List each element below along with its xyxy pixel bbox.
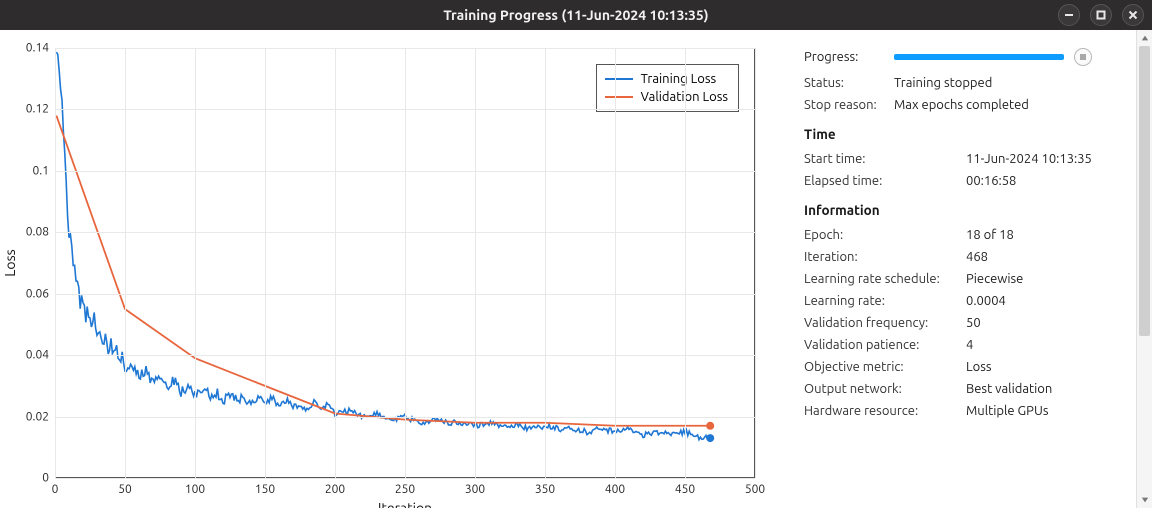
objmetric-label: Objective metric:	[804, 360, 966, 374]
legend: Training Loss Validation Loss	[596, 64, 739, 112]
y-tick: 0.02	[26, 410, 49, 423]
progress-bar	[894, 54, 1064, 60]
x-tick: 100	[185, 483, 205, 496]
legend-swatch-validation	[605, 96, 633, 98]
stop-icon	[1080, 54, 1086, 60]
epoch-label: Epoch:	[804, 228, 966, 242]
status-value: Training stopped	[894, 76, 992, 90]
elapsed-value: 00:16:58	[966, 174, 1016, 188]
x-tick: 250	[395, 483, 415, 496]
y-tick: 0	[42, 472, 49, 485]
legend-swatch-training	[605, 78, 633, 80]
scrollbar-track[interactable]	[1137, 46, 1152, 492]
x-tick: 400	[605, 483, 625, 496]
window-controls	[1058, 0, 1144, 30]
hardware-value: Multiple GPUs	[966, 404, 1048, 418]
info-heading: Information	[804, 202, 1120, 218]
valpatience-label: Validation patience:	[804, 338, 966, 352]
objmetric-value: Loss	[966, 360, 992, 374]
x-tick: 150	[255, 483, 275, 496]
hardware-label: Hardware resource:	[804, 404, 966, 418]
lrschedule-value: Piecewise	[966, 272, 1023, 286]
outputnet-label: Output network:	[804, 382, 966, 396]
scrollbar-down-icon[interactable]	[1137, 492, 1152, 508]
outputnet-value: Best validation	[966, 382, 1052, 396]
final-marker	[706, 434, 714, 442]
legend-label-training: Training Loss	[641, 70, 717, 88]
loss-chart: Training Loss Validation Loss Iteration …	[0, 30, 790, 508]
x-axis-label: Iteration	[378, 500, 432, 508]
stop-button[interactable]	[1074, 48, 1092, 66]
lr-value: 0.0004	[966, 294, 1006, 308]
scrollbar[interactable]	[1136, 30, 1152, 508]
iteration-value: 468	[966, 250, 988, 264]
x-tick: 350	[535, 483, 555, 496]
lrschedule-label: Learning rate schedule:	[804, 272, 966, 286]
x-tick: 200	[325, 483, 345, 496]
valfreq-label: Validation frequency:	[804, 316, 966, 330]
close-button[interactable]	[1122, 4, 1144, 26]
y-tick: 0.08	[26, 226, 49, 239]
titlebar: Training Progress (11-Jun-2024 10:13:35)	[0, 0, 1152, 30]
epoch-value: 18 of 18	[966, 228, 1014, 242]
stopreason-value: Max epochs completed	[894, 98, 1029, 112]
y-tick: 0.1	[33, 164, 50, 177]
minimize-button[interactable]	[1058, 4, 1080, 26]
valpatience-value: 4	[966, 338, 973, 352]
y-tick: 0.14	[26, 42, 49, 55]
y-tick: 0.12	[26, 103, 49, 116]
starttime-label: Start time:	[804, 152, 966, 166]
x-tick: 500	[745, 483, 765, 496]
valfreq-value: 50	[966, 316, 981, 330]
y-axis-label: Loss	[2, 249, 18, 276]
info-panel: Progress: Status:Training stopped Stop r…	[790, 30, 1136, 508]
scrollbar-up-icon[interactable]	[1137, 30, 1152, 46]
status-label: Status:	[804, 76, 894, 90]
lr-label: Learning rate:	[804, 294, 966, 308]
iteration-label: Iteration:	[804, 250, 966, 264]
elapsed-label: Elapsed time:	[804, 174, 966, 188]
stopreason-label: Stop reason:	[804, 98, 894, 112]
x-tick: 300	[465, 483, 485, 496]
y-tick: 0.04	[26, 349, 49, 362]
time-heading: Time	[804, 126, 1120, 142]
progress-label: Progress:	[804, 50, 894, 64]
final-marker	[706, 422, 714, 430]
x-tick: 0	[52, 483, 59, 496]
x-tick: 450	[675, 483, 695, 496]
window-title: Training Progress (11-Jun-2024 10:13:35)	[443, 7, 708, 23]
y-tick: 0.06	[26, 287, 49, 300]
maximize-button[interactable]	[1090, 4, 1112, 26]
x-tick: 50	[118, 483, 132, 496]
scrollbar-thumb[interactable]	[1139, 46, 1150, 336]
starttime-value: 11-Jun-2024 10:13:35	[966, 152, 1092, 166]
